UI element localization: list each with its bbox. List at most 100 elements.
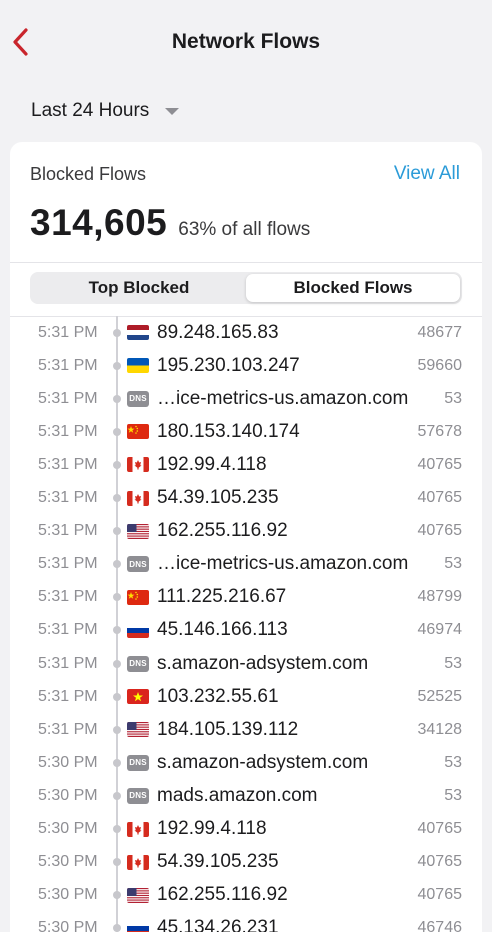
flow-port: 59660 xyxy=(417,356,463,374)
flow-port: 40765 xyxy=(417,455,463,473)
timeline-dot xyxy=(113,858,121,867)
flow-row[interactable]: 5:30 PM 162.255.116.92 40765 xyxy=(10,879,482,912)
timeline-dot xyxy=(113,394,121,403)
flow-row[interactable]: 5:31 PM 45.146.166.113 46974 xyxy=(10,614,482,647)
flow-host: mads.amazon.com xyxy=(157,784,318,806)
timeline-dot xyxy=(113,791,121,800)
flow-time: 5:31 PM xyxy=(38,356,98,374)
flow-port: 57678 xyxy=(417,422,463,440)
flow-time: 5:31 PM xyxy=(38,654,98,672)
flow-row[interactable]: 5:31 PM 54.39.105.235 40765 xyxy=(10,482,482,515)
flow-host: 192.99.4.118 xyxy=(157,453,267,475)
flow-port: 53 xyxy=(444,555,462,573)
flow-port: 53 xyxy=(444,753,462,771)
timeline-dot xyxy=(113,527,121,536)
flow-row[interactable]: 5:31 PM 192.99.4.118 40765 xyxy=(10,448,482,481)
flow-time: 5:31 PM xyxy=(38,323,98,341)
flow-host: 180.153.140.174 xyxy=(157,420,300,442)
flow-port: 46974 xyxy=(417,621,463,639)
blocked-count: 314,605 xyxy=(30,202,168,243)
timeline-dot xyxy=(113,659,121,668)
dns-icon: DNS xyxy=(127,655,149,672)
dns-icon: DNS xyxy=(127,787,149,804)
flow-row[interactable]: 5:31 PM DNS s.amazon-adsystem.com 53 xyxy=(10,647,482,680)
flow-time: 5:31 PM xyxy=(38,389,98,407)
canada-flag-icon xyxy=(127,457,149,473)
flow-port: 40765 xyxy=(417,489,463,506)
timeline-dot xyxy=(113,560,121,569)
tab-top-blocked[interactable]: Top Blocked xyxy=(32,274,246,302)
timeline-dot xyxy=(113,593,121,602)
view-all-link[interactable]: View All xyxy=(394,163,460,185)
flow-port: 40765 xyxy=(417,853,463,871)
russia-flag-icon xyxy=(127,920,149,932)
flow-time: 5:31 PM xyxy=(38,555,98,573)
flow-row[interactable]: 5:30 PM DNS mads.amazon.com 53 xyxy=(10,779,482,812)
timeline-dot xyxy=(113,494,121,502)
flow-port: 48799 xyxy=(417,588,463,606)
canada-flag-icon xyxy=(127,821,149,837)
flow-row[interactable]: 5:31 PM DNS …ice-metrics-us.amazon.com 53 xyxy=(10,382,482,415)
us-flag-icon xyxy=(127,523,149,539)
flow-port: 48677 xyxy=(417,323,463,341)
flow-host: s.amazon-adsystem.com xyxy=(157,751,369,773)
page-title: Network Flows xyxy=(171,30,321,53)
flow-time: 5:31 PM xyxy=(38,489,98,506)
us-flag-icon xyxy=(127,722,149,738)
us-flag-icon xyxy=(127,887,149,903)
flow-row[interactable]: 5:31 PM 184.105.139.112 34128 xyxy=(10,713,482,746)
flow-row[interactable]: 5:31 PM 162.255.116.92 40765 xyxy=(10,515,482,548)
timeline-dot xyxy=(113,328,121,337)
flow-time: 5:31 PM xyxy=(38,621,98,639)
flow-host: …ice-metrics-us.amazon.com xyxy=(157,387,409,409)
timeline-dot xyxy=(113,725,121,734)
flow-time: 5:30 PM xyxy=(38,886,98,904)
flow-port: 53 xyxy=(444,786,462,804)
flow-port: 46746 xyxy=(417,919,463,932)
flow-row[interactable]: 5:30 PM 54.39.105.235 40765 xyxy=(10,846,482,879)
flow-row[interactable]: 5:31 PM DNS …ice-metrics-us.amazon.com 53 xyxy=(10,548,482,581)
flow-row[interactable]: 5:30 PM 192.99.4.118 40765 xyxy=(10,813,482,846)
flow-time: 5:31 PM xyxy=(38,422,98,440)
flow-host: 111.225.216.67 xyxy=(157,586,287,608)
canada-flag-icon xyxy=(127,854,149,870)
flow-port: 52525 xyxy=(417,687,463,705)
flow-port: 53 xyxy=(444,389,462,407)
flow-host: 45.146.166.113 xyxy=(157,619,288,641)
flow-port: 40765 xyxy=(417,820,463,837)
tab-blocked-flows[interactable]: Blocked Flows xyxy=(246,274,460,302)
flow-row[interactable]: 5:30 PM 45.134.26.231 46746 xyxy=(10,912,482,932)
flow-host: 103.232.55.61 xyxy=(157,685,279,707)
russia-flag-icon xyxy=(127,622,149,638)
timeline-dot xyxy=(113,361,121,370)
timeline-dot xyxy=(113,758,121,767)
flow-time: 5:31 PM xyxy=(38,687,98,705)
summary: 314,605 63% of all flows xyxy=(30,202,310,244)
flow-port: 40765 xyxy=(417,522,463,540)
nav-bar: Network Flows xyxy=(0,0,492,88)
blocked-flows-card: Blocked Flows View All 314,605 63% of al… xyxy=(10,142,482,932)
caret-down-icon xyxy=(165,107,180,115)
timeline-dot xyxy=(113,924,121,932)
dns-icon: DNS xyxy=(127,754,149,771)
time-range-dropdown[interactable]: Last 24 Hours xyxy=(31,100,180,122)
flow-row[interactable]: 5:31 PM 89.248.165.83 48677 xyxy=(10,316,482,349)
flow-host: 195.230.103.247 xyxy=(157,354,300,376)
timeline-dot xyxy=(113,460,121,469)
flow-row[interactable]: 5:31 PM 195.230.103.247 59660 xyxy=(10,349,482,382)
timeline-dot xyxy=(113,427,121,436)
flow-port: 53 xyxy=(444,654,462,672)
flow-row[interactable]: 5:31 PM 180.153.140.174 57678 xyxy=(10,415,482,448)
flow-list[interactable]: 5:31 PM 89.248.165.83 48677 5:31 PM 195.230.… xyxy=(10,316,482,932)
timeline-dot xyxy=(113,891,121,900)
flow-host: s.amazon-adsystem.com xyxy=(157,652,369,674)
flow-row[interactable]: 5:31 PM 103.232.55.61 52525 xyxy=(10,680,482,713)
flow-host: 54.39.105.235 xyxy=(157,487,279,508)
canada-flag-icon xyxy=(127,490,149,506)
flow-port: 40765 xyxy=(417,886,463,904)
china-flag-icon xyxy=(127,589,149,605)
flow-row[interactable]: 5:31 PM 111.225.216.67 48799 xyxy=(10,581,482,614)
flow-row[interactable]: 5:30 PM DNS s.amazon-adsystem.com 53 xyxy=(10,746,482,779)
flow-time: 5:31 PM xyxy=(38,720,98,738)
flow-host: 192.99.4.118 xyxy=(157,818,267,839)
